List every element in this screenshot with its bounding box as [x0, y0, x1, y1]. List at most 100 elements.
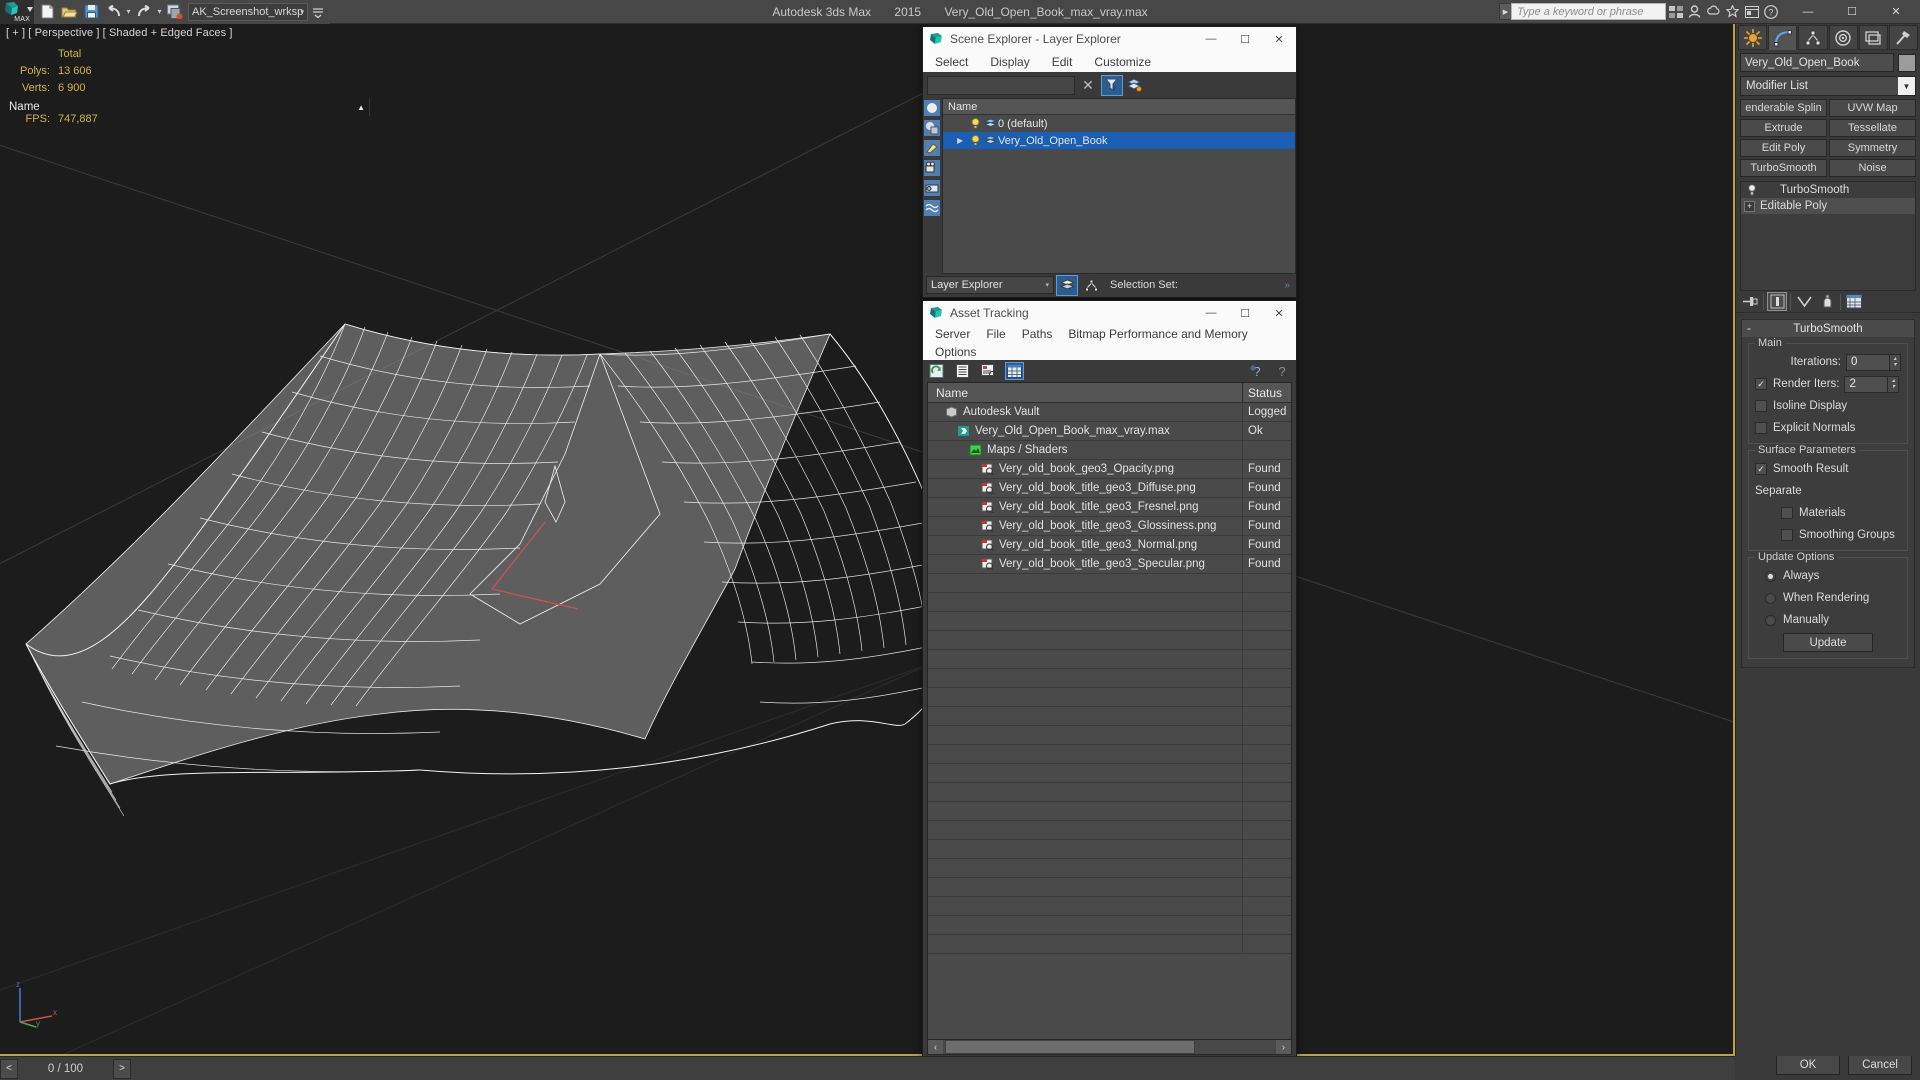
autodesk-360-icon[interactable]	[1704, 1, 1723, 23]
utilities-tab[interactable]	[1888, 25, 1919, 50]
filter-spacewarps-icon[interactable]	[923, 199, 941, 217]
asset-table-horizontal-scrollbar[interactable]: ‹ ›	[927, 1039, 1292, 1055]
modifier-stack[interactable]: TurboSmooth + Editable Poly	[1740, 181, 1916, 291]
modifier-button[interactable]: Noise	[1829, 159, 1916, 177]
save-file-icon[interactable]	[80, 1, 102, 23]
smooth-result-row[interactable]: ✓ Smooth Result	[1755, 460, 1901, 478]
layer-mode-icon[interactable]	[1056, 274, 1078, 296]
always-row[interactable]: Always	[1755, 567, 1901, 585]
undo-icon[interactable]	[102, 1, 124, 23]
table-row-empty[interactable]	[928, 916, 1291, 935]
object-name-input[interactable]: Very_Old_Open_Book	[1740, 53, 1894, 72]
table-row-empty[interactable]	[928, 726, 1291, 745]
set-project-folder-icon[interactable]	[164, 1, 186, 23]
menu-server[interactable]: Server	[935, 327, 970, 341]
iterations-value[interactable]: 0	[1846, 353, 1890, 371]
table-row-empty[interactable]	[928, 650, 1291, 669]
menu-bitmap-performance[interactable]: Bitmap Performance and Memory	[1068, 327, 1247, 341]
filter-helpers-icon[interactable]	[923, 179, 941, 197]
modifier-button[interactable]: enderable Splin	[1740, 99, 1827, 117]
hierarchy-tab[interactable]	[1798, 25, 1828, 50]
remove-modifier-icon[interactable]	[1817, 292, 1837, 311]
search-input[interactable]: Type a keyword or phrase	[1511, 3, 1666, 20]
asset-tracking-window[interactable]: Asset Tracking — ☐ ✕ Server File Paths B…	[922, 300, 1297, 1060]
expand-icon[interactable]: ▶	[957, 136, 968, 145]
table-row-empty[interactable]	[928, 764, 1291, 783]
object-color-swatch[interactable]	[1898, 53, 1916, 72]
scene-explorer-title-bar[interactable]: Scene Explorer - Layer Explorer — ☐ ✕	[923, 27, 1296, 51]
explicit-normals-checkbox[interactable]	[1755, 422, 1767, 434]
viewport-label[interactable]: [ + ] [ Perspective ] [ Shaded + Edged F…	[6, 27, 233, 39]
scene-explorer-row[interactable]: ▶ Very_Old_Open_Book	[943, 132, 1295, 149]
table-row-empty[interactable]	[928, 878, 1291, 897]
menu-options[interactable]: Options	[935, 345, 976, 359]
modifier-stack-row[interactable]: TurboSmooth	[1741, 182, 1915, 198]
filter-lights-icon[interactable]	[923, 139, 941, 157]
filter-shapes-icon[interactable]	[923, 119, 941, 137]
close-button[interactable]: ✕	[1874, 0, 1918, 24]
materials-row[interactable]: Materials	[1755, 504, 1901, 522]
menu-edit[interactable]: Edit	[1052, 55, 1073, 69]
table-row[interactable]: Very_old_book_title_geo3_Fresnel.png Foun…	[928, 498, 1291, 517]
materials-checkbox[interactable]	[1781, 507, 1793, 519]
modifier-stack-row[interactable]: + Editable Poly	[1741, 198, 1915, 214]
motion-tab[interactable]	[1828, 25, 1858, 50]
iterations-spinner[interactable]: 0 ▴ ▾	[1846, 353, 1901, 371]
rollout-header[interactable]: - TurboSmooth	[1742, 320, 1914, 337]
pin-stack-icon[interactable]	[1740, 292, 1760, 311]
close-button[interactable]: ✕	[1262, 27, 1296, 51]
workspace-selector[interactable]: AK_Screenshot_wrksp ▾	[188, 2, 308, 21]
column-name[interactable]: Name	[928, 383, 1243, 402]
manually-radio[interactable]	[1765, 614, 1776, 626]
table-view-icon[interactable]	[1005, 362, 1024, 380]
chevron-down-icon[interactable]	[27, 6, 33, 12]
scene-explorer-search-input[interactable]	[927, 75, 1075, 95]
asset-tracking-table[interactable]: Name Status Autodesk Vault Logged Very_Old…	[927, 382, 1292, 1044]
modifier-button[interactable]: Symmetry	[1829, 139, 1916, 157]
table-row-empty[interactable]	[928, 783, 1291, 802]
rollout-collapse-icon[interactable]: -	[1747, 323, 1751, 335]
list-view-icon[interactable]	[953, 362, 972, 380]
filter-cameras-icon[interactable]	[923, 159, 941, 177]
workspace-grid-icon[interactable]	[1666, 1, 1685, 23]
exchange-apps-icon[interactable]	[1742, 1, 1761, 23]
smoothing-groups-checkbox[interactable]	[1781, 529, 1793, 541]
clear-search-icon[interactable]: ✕	[1075, 77, 1101, 94]
redo-icon[interactable]	[133, 1, 155, 23]
table-row[interactable]: Autodesk Vault Logged	[928, 403, 1291, 422]
table-row-empty[interactable]	[928, 745, 1291, 764]
menu-select[interactable]: Select	[935, 55, 968, 69]
table-row-empty[interactable]	[928, 859, 1291, 878]
modifier-button[interactable]: Tessellate	[1829, 119, 1916, 137]
manually-row[interactable]: Manually	[1755, 611, 1901, 629]
perspective-viewport[interactable]: [ + ] [ Perspective ] [ Shaded + Edged F…	[0, 24, 1735, 1056]
explorer-mode-selector[interactable]: Layer Explorer ▾	[926, 276, 1054, 294]
always-radio[interactable]	[1765, 570, 1776, 582]
minimize-button[interactable]: —	[1194, 301, 1228, 325]
smooth-result-checkbox[interactable]: ✓	[1755, 463, 1767, 475]
table-row-empty[interactable]	[928, 802, 1291, 821]
maximize-button[interactable]: ☐	[1228, 301, 1262, 325]
modifier-button[interactable]: Extrude	[1740, 119, 1827, 137]
maximize-button[interactable]: ☐	[1228, 27, 1262, 51]
scroll-left-icon[interactable]: ‹	[928, 1040, 943, 1054]
undo-dropdown-icon[interactable]: ▾	[124, 1, 133, 23]
expand-plus-icon[interactable]: +	[1744, 200, 1755, 212]
scroll-right-icon[interactable]: ›	[1276, 1040, 1291, 1054]
redo-dropdown-icon[interactable]: ▾	[155, 1, 164, 23]
quick-access-expand-icon[interactable]	[308, 1, 328, 23]
menu-customize[interactable]: Customize	[1094, 55, 1151, 69]
scene-explorer-window[interactable]: Scene Explorer - Layer Explorer — ☐ ✕ Se…	[922, 26, 1297, 298]
table-row-empty[interactable]	[928, 612, 1291, 631]
menu-file[interactable]: File	[986, 327, 1005, 341]
close-button[interactable]: ✕	[1262, 301, 1296, 325]
signin-icon[interactable]	[1685, 1, 1704, 23]
previous-frame-button[interactable]: <	[0, 1058, 18, 1079]
light-bulb-icon[interactable]	[968, 117, 982, 130]
ok-button[interactable]: OK	[1776, 1055, 1840, 1075]
spinner-arrows-icon[interactable]: ▴ ▾	[1890, 353, 1901, 371]
chevron-down-icon[interactable]: ▾	[1045, 281, 1049, 289]
dependency-view-icon[interactable]	[979, 362, 998, 380]
smoothing-groups-row[interactable]: Smoothing Groups	[1755, 526, 1901, 544]
table-row[interactable]: Very_old_book_title_geo3_Diffuse.png Foun…	[928, 479, 1291, 498]
